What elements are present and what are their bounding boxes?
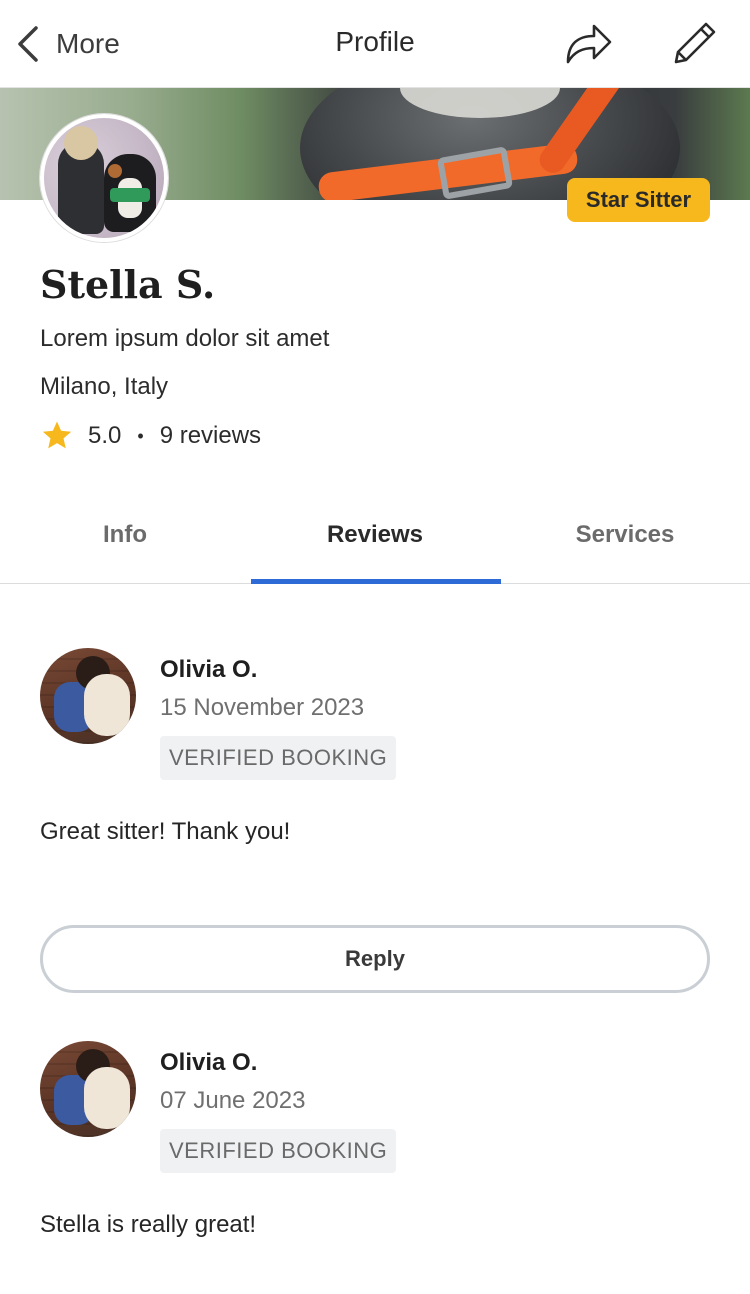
review-item: Olivia O. 07 June 2023 VERIFIED BOOKING … [40, 1041, 710, 1261]
rating-separator: • [137, 425, 144, 446]
reviewer-dog [84, 1067, 130, 1129]
profile-tagline: Lorem ipsum dolor sit amet [40, 325, 330, 352]
reviewer-name: Olivia O. [160, 656, 258, 683]
profile-avatar[interactable] [40, 114, 168, 242]
reviews-count: 9 reviews [159, 422, 262, 449]
review-item: Olivia O. 15 November 2023 VERIFIED BOOK… [40, 648, 710, 868]
tab-reviews[interactable]: Reviews [250, 488, 501, 584]
profile-tabs: Info Reviews Services [0, 488, 750, 584]
rating-summary: 5.0 • 9 reviews [40, 418, 261, 454]
star-sitter-badge: Star Sitter [567, 178, 710, 222]
review-text: Great sitter! Thank you! [40, 818, 291, 845]
verified-booking-tag: VERIFIED BOOKING [160, 736, 397, 780]
review-text: Stella is really great! [40, 1211, 257, 1238]
star-icon [42, 421, 72, 449]
avatar-dog-tan [108, 164, 122, 178]
top-nav-bar: More Profile [0, 0, 750, 88]
reviewer-avatar[interactable] [40, 648, 136, 744]
reviewer-name: Olivia O. [160, 1049, 258, 1076]
reply-button[interactable]: Reply [40, 925, 710, 993]
tab-info[interactable]: Info [0, 488, 250, 583]
review-date: 15 November 2023 [160, 694, 365, 721]
pencil-icon [674, 22, 716, 64]
profile-location: Milano, Italy [40, 373, 169, 400]
reviewer-avatar[interactable] [40, 1041, 136, 1137]
verified-booking-tag: VERIFIED BOOKING [160, 1129, 397, 1173]
edit-button[interactable] [668, 18, 720, 70]
share-button[interactable] [562, 18, 614, 70]
share-icon [566, 24, 612, 64]
page-title: Profile [335, 26, 415, 57]
rating-value: 5.0 [88, 422, 122, 449]
profile-name: Stella S. [40, 262, 216, 307]
avatar-hair [64, 126, 98, 160]
avatar-bandana [110, 188, 150, 202]
reviewer-dog [84, 674, 130, 736]
review-date: 07 June 2023 [160, 1087, 306, 1114]
tab-services[interactable]: Services [500, 488, 750, 583]
